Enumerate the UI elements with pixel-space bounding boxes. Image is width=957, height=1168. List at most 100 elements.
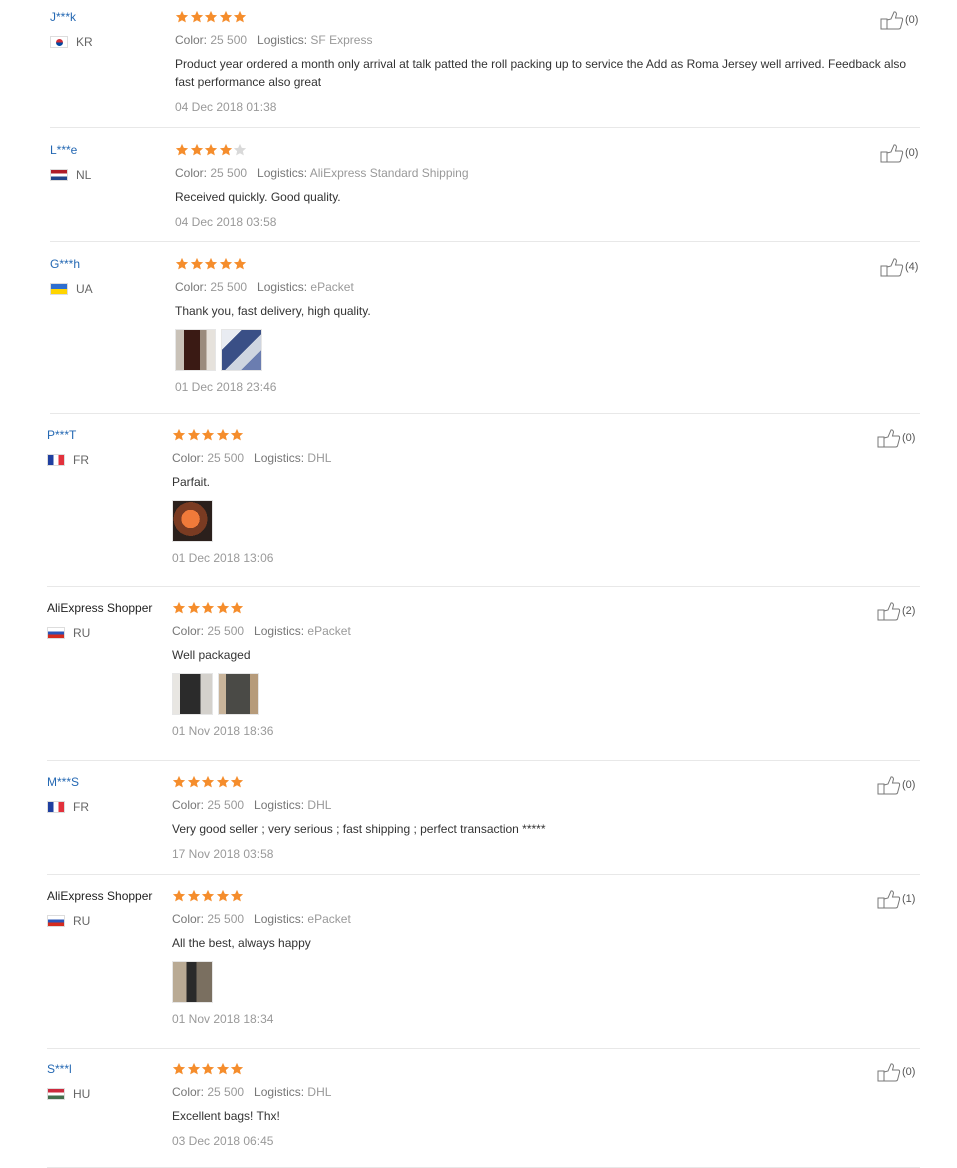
star-rating <box>172 601 907 617</box>
review-photo[interactable] <box>172 673 213 715</box>
color-label: Color: <box>172 798 208 812</box>
review-content: Color: 25 500 Logistics: DHL Parfait. 01 De… <box>172 428 907 566</box>
color-label: Color: <box>175 280 211 294</box>
review-text: Received quickly. Good quality. <box>175 190 341 204</box>
star-filled-icon <box>230 889 244 902</box>
reviewer-name[interactable]: L***e <box>50 143 77 157</box>
review-date: 03 Dec 2018 06:45 <box>172 1134 274 1148</box>
review-item: AliExpress Shopper RU Color: 25 500 Logisti… <box>47 601 920 761</box>
reviewer-country: RU <box>47 626 172 640</box>
star-rating <box>175 10 910 26</box>
star-filled-icon <box>230 428 244 441</box>
review-photo[interactable] <box>172 500 213 542</box>
country-code: UA <box>76 282 93 296</box>
flag-fr-icon <box>47 454 65 466</box>
thumbs-up-icon <box>877 776 901 795</box>
reviewer-name[interactable]: J***k <box>50 10 76 24</box>
order-info: Color: 25 500 Logistics: SF Express <box>175 32 910 48</box>
review-content: Color: 25 500 Logistics: ePacket Thank you… <box>175 257 910 395</box>
star-filled-icon <box>230 601 244 614</box>
star-filled-icon <box>216 428 229 441</box>
reviewer-country: HU <box>47 1087 172 1101</box>
star-filled-icon <box>201 775 215 788</box>
review-photo[interactable] <box>221 329 262 371</box>
star-filled-icon <box>187 428 200 441</box>
color-label: Color: <box>172 451 208 465</box>
review-item: J***k KR Color: 25 500 Logistics: SF Expres… <box>50 10 920 128</box>
review-date: 01 Dec 2018 23:46 <box>175 380 277 394</box>
helpful-button[interactable]: (4) <box>880 257 918 277</box>
helpful-count: (0) <box>905 147 919 159</box>
logistics-value: DHL <box>307 451 332 465</box>
color-value: 25 500 <box>207 912 245 926</box>
reviewer-info: AliExpress Shopper RU <box>47 889 172 928</box>
review-date: 01 Nov 2018 18:36 <box>172 724 274 738</box>
star-filled-icon <box>175 257 189 270</box>
logistics-value: DHL <box>307 1085 332 1099</box>
review-item: S***l HU Color: 25 500 Logistics: DHL Excell… <box>47 1062 920 1168</box>
color-label: Color: <box>175 33 211 47</box>
logistics-label: Logistics: <box>254 798 305 812</box>
helpful-button[interactable]: (0) <box>877 1062 915 1082</box>
color-label: Color: <box>172 1085 208 1099</box>
helpful-count: (0) <box>902 432 916 444</box>
logistics-value: ePacket <box>310 280 354 294</box>
color-value: 25 500 <box>210 166 248 180</box>
reviewer-country: RU <box>47 914 172 928</box>
color-value: 25 500 <box>210 33 248 47</box>
logistics-value: DHL <box>307 798 332 812</box>
star-rating <box>172 775 907 791</box>
country-code: HU <box>73 1087 91 1101</box>
review-item: AliExpress Shopper RU Color: 25 500 Logisti… <box>47 889 920 1049</box>
logistics-value: AliExpress Standard Shipping <box>309 166 469 180</box>
helpful-button[interactable]: (0) <box>880 10 918 30</box>
order-info: Color: 25 500 Logistics: AliExpress Stand… <box>175 165 910 181</box>
star-filled-icon <box>219 143 232 156</box>
order-info: Color: 25 500 Logistics: DHL <box>172 797 907 813</box>
reviewer-name[interactable]: M***S <box>47 775 79 789</box>
star-filled-icon <box>190 257 203 270</box>
star-filled-icon <box>175 10 189 23</box>
reviewer-country: NL <box>50 168 175 182</box>
helpful-button[interactable]: (0) <box>880 143 918 163</box>
helpful-button[interactable]: (0) <box>877 775 915 795</box>
review-date: 04 Dec 2018 03:58 <box>175 215 277 229</box>
color-label: Color: <box>175 166 211 180</box>
color-label: Color: <box>172 624 208 638</box>
reviewer-name[interactable]: P***T <box>47 428 76 442</box>
star-filled-icon <box>190 10 203 23</box>
reviewer-country: KR <box>50 35 175 49</box>
star-filled-icon <box>216 601 229 614</box>
helpful-count: (1) <box>902 893 916 905</box>
reviewer-name[interactable]: G***h <box>50 257 80 271</box>
flag-nl-icon <box>50 169 68 181</box>
thumbs-up-icon <box>880 144 904 163</box>
star-filled-icon <box>172 428 186 441</box>
review-date: 04 Dec 2018 01:38 <box>175 100 277 114</box>
review-photo[interactable] <box>172 961 213 1003</box>
review-content: Color: 25 500 Logistics: SF Express Produc… <box>175 10 910 115</box>
helpful-button[interactable]: (0) <box>877 428 915 448</box>
reviewer-country: FR <box>47 453 172 467</box>
helpful-button[interactable]: (1) <box>877 889 915 909</box>
star-filled-icon <box>219 10 232 23</box>
review-photo[interactable] <box>175 329 216 371</box>
review-photo[interactable] <box>218 673 259 715</box>
reviewer-name[interactable]: S***l <box>47 1062 72 1076</box>
star-empty-icon <box>233 143 247 156</box>
order-info: Color: 25 500 Logistics: DHL <box>172 1084 907 1100</box>
reviewer-name: AliExpress Shopper <box>47 601 153 615</box>
star-filled-icon <box>201 428 215 441</box>
review-photos <box>175 329 910 371</box>
country-code: RU <box>73 914 91 928</box>
reviewer-info: AliExpress Shopper RU <box>47 601 172 640</box>
flag-ru-icon <box>47 915 65 927</box>
helpful-button[interactable]: (2) <box>877 601 915 621</box>
logistics-label: Logistics: <box>254 912 305 926</box>
star-rating <box>172 1062 907 1078</box>
reviewer-info: S***l HU <box>47 1062 172 1101</box>
star-filled-icon <box>201 1062 215 1075</box>
star-filled-icon <box>187 1062 200 1075</box>
order-info: Color: 25 500 Logistics: DHL <box>172 450 907 466</box>
review-date: 17 Nov 2018 03:58 <box>172 847 274 861</box>
